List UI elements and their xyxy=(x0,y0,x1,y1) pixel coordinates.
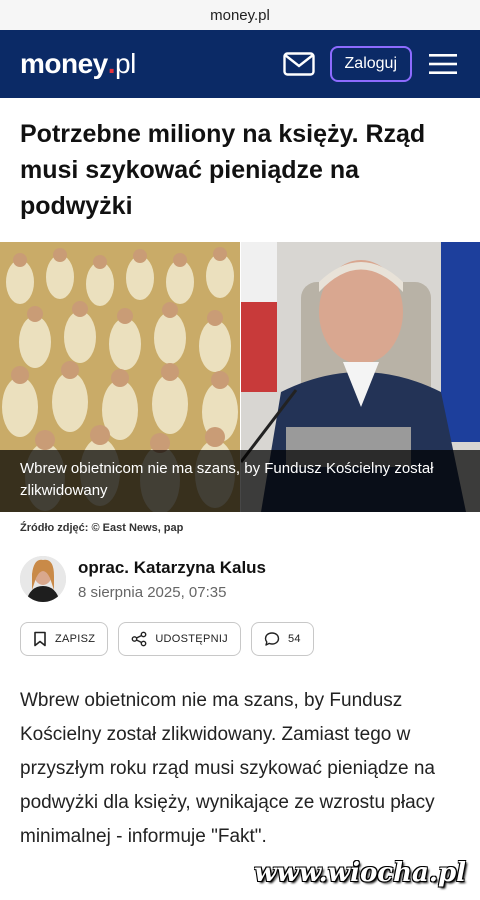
image-caption: Wbrew obietnicom nie ma szans, by Fundus… xyxy=(0,450,480,512)
share-icon xyxy=(131,631,147,647)
login-button[interactable]: Zaloguj xyxy=(329,46,412,82)
author-avatar[interactable] xyxy=(20,556,66,602)
publish-date: 8 sierpnia 2025, 07:35 xyxy=(78,583,227,601)
site-header: money. pl Zaloguj xyxy=(0,30,480,98)
comment-icon xyxy=(264,632,280,646)
browser-url-text: money.pl xyxy=(210,6,270,24)
browser-url-bar[interactable]: money.pl xyxy=(0,0,480,30)
share-button[interactable]: UDOSTĘPNIJ xyxy=(118,622,241,656)
mail-icon[interactable] xyxy=(282,47,316,81)
save-button[interactable]: ZAPISZ xyxy=(20,622,109,656)
logo-tld: pl xyxy=(115,48,136,79)
article-title: Potrzebne miliony na księży. Rząd musi s… xyxy=(20,120,426,220)
author-name[interactable]: oprac. Katarzyna Kalus xyxy=(78,558,266,578)
logo-main: money xyxy=(20,48,108,79)
save-label: ZAPISZ xyxy=(55,633,96,645)
image-credit: Źródło zdjęć: © East News, pap xyxy=(20,522,184,534)
hamburger-menu-icon[interactable] xyxy=(426,47,460,81)
article-hero-image[interactable]: Wbrew obietnicom nie ma szans, by Fundus… xyxy=(0,242,480,512)
site-logo[interactable]: money. pl xyxy=(20,48,136,80)
article-lead: Wbrew obietnicom nie ma szans, by Fundus… xyxy=(20,690,435,847)
share-label: UDOSTĘPNIJ xyxy=(155,633,228,645)
bookmark-icon xyxy=(34,631,46,647)
comments-button[interactable]: 54 xyxy=(251,622,314,656)
author-block: oprac. Katarzyna Kalus 8 sierpnia 2025, … xyxy=(0,534,480,602)
site-watermark: www.wiocha.pl xyxy=(254,858,466,888)
article-actions: ZAPISZ UDOSTĘPNIJ 54 xyxy=(0,602,480,656)
comments-count: 54 xyxy=(288,633,301,645)
logo-dot: . xyxy=(107,48,116,79)
